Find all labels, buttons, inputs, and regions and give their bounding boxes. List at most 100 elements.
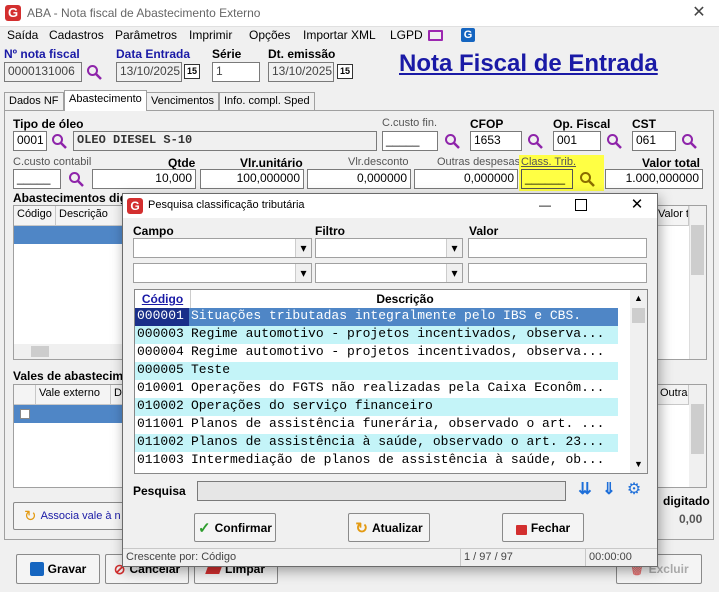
- search-cst-icon[interactable]: [681, 133, 697, 149]
- qtde-input[interactable]: 10,000: [92, 169, 196, 189]
- nota-input[interactable]: 0000131006: [4, 62, 82, 82]
- cfop-input[interactable]: 1653: [470, 131, 522, 151]
- vlr-desconto-input[interactable]: 0,000000: [307, 169, 411, 189]
- ccusto-fin-input[interactable]: _____: [382, 131, 438, 151]
- app-logo-icon: G: [5, 5, 21, 21]
- result-row[interactable]: 000001 Situações tributadas integralmente…: [135, 308, 618, 326]
- search-ccusto-fin-icon[interactable]: [444, 133, 460, 149]
- associa-vale-button[interactable]: ↻ Associa vale à n: [13, 502, 133, 530]
- dialog-close-icon[interactable]: ✕: [623, 195, 651, 215]
- class-trib-input[interactable]: ______: [521, 169, 573, 189]
- valor-input-1[interactable]: [468, 238, 647, 258]
- monitor-icon[interactable]: [428, 30, 443, 41]
- valor-input-2[interactable]: [468, 263, 647, 283]
- tab-abastecimento[interactable]: Abastecimento: [64, 90, 147, 111]
- vlr-unitario-input[interactable]: 100,000000: [200, 169, 304, 189]
- row-codigo: 011001: [137, 416, 184, 431]
- close-window-icon[interactable]: ✕: [684, 2, 714, 24]
- menu-lgpd[interactable]: LGPD: [390, 28, 423, 42]
- fechar-button[interactable]: Fechar: [502, 513, 584, 542]
- campo-label: Campo: [133, 224, 174, 238]
- row-descricao: Regime automotivo - projetos incentivado…: [191, 344, 605, 359]
- op-fiscal-input[interactable]: 001: [553, 131, 601, 151]
- result-scroll-down-icon[interactable]: ▼: [630, 456, 647, 473]
- result-row[interactable]: 011003 Intermediação de planos de assistê…: [135, 452, 618, 470]
- filtro-select-1[interactable]: ▾: [315, 238, 463, 258]
- calendar-icon[interactable]: 15: [184, 64, 200, 79]
- expand-down-icon[interactable]: ⇓: [600, 480, 618, 500]
- data-entrada-input[interactable]: 13/10/2025: [116, 62, 182, 82]
- menu-parametros[interactable]: Parâmetros: [115, 28, 177, 42]
- result-row[interactable]: 011002 Planos de assistência à saúde, obs…: [135, 434, 618, 452]
- ccusto-contabil-input[interactable]: _____: [13, 169, 61, 189]
- search-tipo-oleo-icon[interactable]: [51, 133, 67, 149]
- col-check: [14, 385, 36, 405]
- result-scroll-thumb[interactable]: [632, 308, 645, 323]
- vales-selected-row[interactable]: [14, 405, 134, 423]
- calendar-icon[interactable]: 15: [337, 64, 353, 79]
- col-codigo[interactable]: Código: [14, 206, 56, 226]
- result-col-descricao[interactable]: Descrição: [191, 290, 619, 308]
- search-class-trib-icon[interactable]: [579, 171, 595, 187]
- col-vale-externo[interactable]: Vale externo: [36, 385, 111, 405]
- search-nota-icon[interactable]: [86, 64, 102, 80]
- expand-all-icon[interactable]: ⇊: [576, 480, 594, 500]
- row-descricao: Intermediação de planos de assistência à…: [191, 452, 605, 467]
- result-row[interactable]: 000004 Regime automotivo - projetos incen…: [135, 344, 618, 362]
- col-outras[interactable]: Outras: [657, 385, 689, 405]
- result-row[interactable]: 010002 Operações do serviço financeiro: [135, 398, 618, 416]
- status-order: Crescente por: Código: [126, 551, 237, 563]
- tipo-oleo-code-input[interactable]: 0001: [13, 131, 47, 151]
- vales-checkbox[interactable]: [20, 409, 30, 419]
- menu-opcoes[interactable]: Opções: [249, 28, 290, 42]
- confirmar-button[interactable]: ✓ Confirmar: [194, 513, 276, 542]
- tab-dados-nf[interactable]: Dados NF: [4, 92, 64, 110]
- result-scroll-up-icon[interactable]: ▲: [630, 290, 647, 307]
- col-valor-total[interactable]: Valor to: [655, 206, 689, 226]
- cst-input[interactable]: 061: [632, 131, 676, 151]
- tab-info-compl-sped[interactable]: Info. compl. Sped: [219, 92, 315, 110]
- campo-select-2[interactable]: ▾: [133, 263, 312, 283]
- dt-emissao-input[interactable]: 13/10/2025: [268, 62, 334, 82]
- maximize-icon[interactable]: [575, 199, 587, 211]
- status-count: 1 / 97 / 97: [464, 551, 513, 563]
- result-col-codigo[interactable]: Código: [135, 290, 191, 308]
- qtde-label: Qtde: [168, 156, 196, 170]
- row-descricao: Teste: [191, 362, 231, 377]
- menu-cadastros[interactable]: Cadastros: [49, 28, 104, 42]
- search-ccusto-contabil-icon[interactable]: [68, 171, 84, 187]
- outras-despesas-input[interactable]: 0,000000: [414, 169, 518, 189]
- gear-icon[interactable]: ⚙: [625, 480, 643, 500]
- selected-row[interactable]: [14, 226, 134, 244]
- status-time: 00:00:00: [589, 551, 632, 563]
- confirmar-label: Confirmar: [214, 520, 272, 535]
- minimize-icon[interactable]: —: [531, 196, 559, 216]
- filtro-select-2[interactable]: ▾: [315, 263, 463, 283]
- atualizar-button[interactable]: ↻ Atualizar: [348, 513, 430, 542]
- campo-select-1[interactable]: ▾: [133, 238, 312, 258]
- ccusto-contabil-label: C.custo contabil: [13, 156, 92, 168]
- menu-importar-xml[interactable]: Importar XML: [303, 28, 376, 42]
- app-g-icon[interactable]: G: [461, 28, 475, 42]
- result-row[interactable]: 011001 Planos de assistência funerária, o…: [135, 416, 618, 434]
- tab-vencimentos[interactable]: Vencimentos: [146, 92, 219, 110]
- pesquisa-input[interactable]: [197, 481, 566, 501]
- grid-hscroll-thumb[interactable]: [31, 346, 49, 357]
- grid-scroll-thumb[interactable]: [691, 225, 704, 275]
- cst-label: CST: [632, 117, 656, 131]
- result-row[interactable]: 010001 Operações do FGTS não realizadas p…: [135, 380, 618, 398]
- search-cfop-icon[interactable]: [527, 133, 543, 149]
- gravar-label: Gravar: [47, 562, 87, 576]
- filtro-label: Filtro: [315, 224, 345, 238]
- menu-imprimir[interactable]: Imprimir: [189, 28, 232, 42]
- row-codigo: 010001: [137, 380, 184, 395]
- menu-saida[interactable]: Saída: [7, 28, 38, 42]
- vales-scroll-thumb[interactable]: [691, 404, 704, 454]
- dialog-title-bar: G Pesquisa classificação tributária — ✕: [123, 194, 657, 218]
- serie-label: Série: [212, 47, 242, 61]
- result-row[interactable]: 000005 Teste: [135, 362, 618, 380]
- serie-input[interactable]: 1: [212, 62, 260, 82]
- search-op-fiscal-icon[interactable]: [606, 133, 622, 149]
- result-row[interactable]: 000003 Regime automotivo - projetos incen…: [135, 326, 618, 344]
- gravar-button[interactable]: Gravar: [16, 554, 100, 584]
